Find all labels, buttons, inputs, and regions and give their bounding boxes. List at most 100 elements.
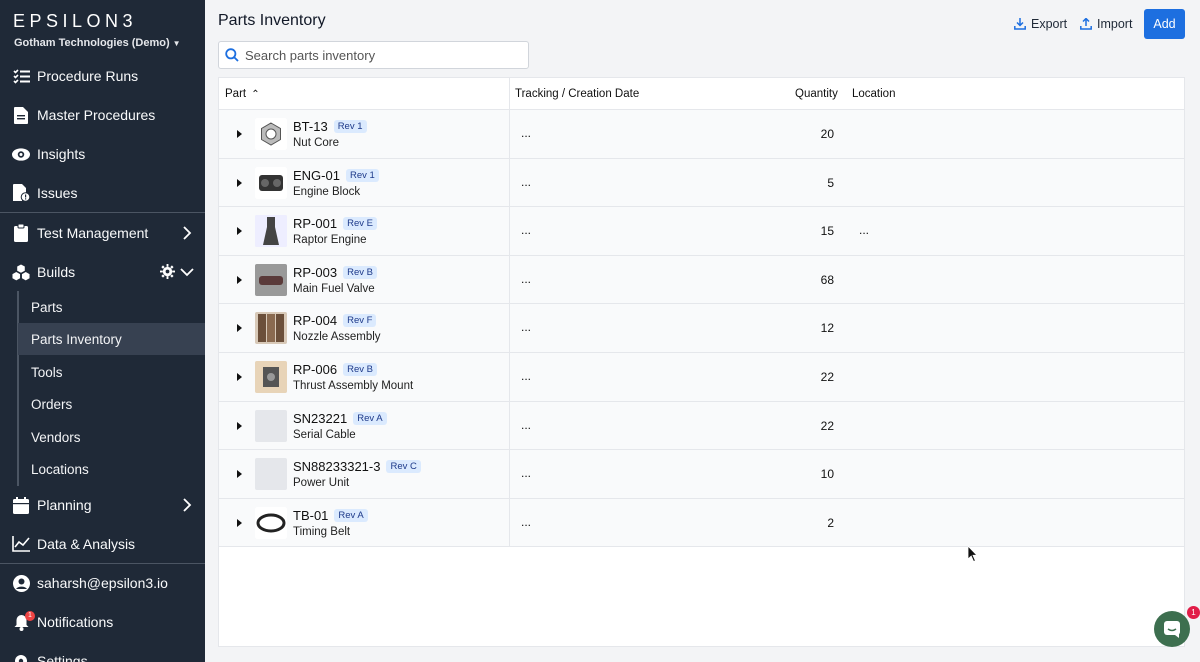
column-header-location[interactable]: Location <box>852 88 895 100</box>
table-row[interactable]: RP-003 Rev B Main Fuel Valve... 68 <box>219 255 1184 305</box>
quantity-cell: 68 <box>820 272 834 287</box>
sidebar-item-settings[interactable]: Settings <box>0 642 205 662</box>
sidebar-item-insights[interactable]: Insights <box>0 135 205 173</box>
column-header-part[interactable]: Part ⌃ <box>225 88 260 100</box>
table-row[interactable]: RP-001 Rev E Raptor Engine... 15... <box>219 207 1184 256</box>
column-header-quantity[interactable]: Quantity <box>795 88 838 100</box>
part-name: Raptor Engine <box>293 234 367 247</box>
expand-caret-icon[interactable] <box>237 518 242 527</box>
part-thumbnail <box>255 118 287 150</box>
org-switcher[interactable]: Gotham Technologies (Demo) ▼ <box>14 37 181 49</box>
part-id-link[interactable]: RP-003 Rev B <box>293 265 377 280</box>
table-row[interactable]: RP-004 Rev F Nozzle Assembly... 12 <box>219 304 1184 353</box>
expand-caret-icon[interactable] <box>237 275 242 284</box>
quantity-cell: 22 <box>820 418 834 433</box>
expand-caret-icon[interactable] <box>237 421 242 430</box>
import-button[interactable]: Import <box>1080 17 1132 31</box>
import-label: Import <box>1097 17 1133 31</box>
column-header-tracking[interactable]: Tracking / Creation Date <box>515 88 639 100</box>
part-id-link[interactable]: SN88233321-3 Rev C <box>293 459 421 474</box>
sidebar: EPSILON3 Gotham Technologies (Demo) ▼ Pr… <box>0 0 205 662</box>
sidebar-item-notifications[interactable]: Notifications <box>0 603 205 641</box>
sidebar-item-planning[interactable]: Planning <box>0 486 205 524</box>
expand-caret-icon[interactable] <box>237 227 242 236</box>
sidebar-item-test-management[interactable]: Test Management <box>0 214 205 252</box>
column-separator[interactable] <box>509 78 510 110</box>
table-row[interactable]: ENG-01 Rev 1 Engine Block... 5 <box>219 158 1184 208</box>
sidebar-item-label: Test Management <box>37 225 149 241</box>
column-separator <box>509 207 510 255</box>
sidebar-subitem-parts-inventory[interactable]: Parts Inventory <box>18 323 205 355</box>
chat-launcher-button[interactable] <box>1154 611 1190 647</box>
revision-badge: Rev A <box>334 508 368 522</box>
part-id-link[interactable]: SN23221 Rev A <box>293 411 387 426</box>
table-row[interactable]: SN88233321-3 Rev C Power Unit... 10 <box>219 450 1184 499</box>
org-name: Gotham Technologies (Demo) <box>14 37 170 49</box>
part-name: Serial Cable <box>293 428 356 441</box>
part-id-link[interactable]: ENG-01 Rev 1 <box>293 168 379 183</box>
sidebar-item-builds[interactable]: Builds <box>0 253 205 291</box>
upload-icon <box>1080 18 1092 30</box>
sidebar-subitem-orders[interactable]: Orders <box>18 388 205 420</box>
column-separator <box>509 353 510 401</box>
tracking-cell[interactable]: ... <box>521 466 531 480</box>
location-cell[interactable]: ... <box>859 223 869 237</box>
expand-caret-icon[interactable] <box>237 324 242 333</box>
cubes-icon <box>12 263 30 281</box>
tracking-cell[interactable]: ... <box>521 126 531 140</box>
chevron-right-icon[interactable] <box>179 225 195 241</box>
part-id-link[interactable]: RP-001 Rev E <box>293 216 377 231</box>
revision-badge: Rev 1 <box>333 120 367 133</box>
table-header: Part ⌃ Tracking / Creation Date Quantity… <box>219 78 1184 110</box>
tracking-cell[interactable]: ... <box>521 369 531 383</box>
sidebar-subitem-tools[interactable]: Tools <box>18 356 205 388</box>
part-id: RP-003 <box>293 264 338 280</box>
expand-caret-icon[interactable] <box>237 373 242 381</box>
gear-icon[interactable] <box>160 264 175 279</box>
sidebar-subitem-vendors[interactable]: Vendors <box>18 421 205 453</box>
part-id-link[interactable]: BT-13 Rev 1 <box>293 119 367 134</box>
sidebar-subitem-locations[interactable]: Locations <box>18 453 205 485</box>
sidebar-item-user[interactable]: saharsh@epsilon3.io <box>0 564 205 602</box>
sidebar-divider <box>0 212 205 213</box>
part-thumbnail <box>255 409 287 442</box>
sidebar-item-label: Issues <box>37 185 78 201</box>
table-row[interactable]: BT-13 Rev 1 Nut Core... 20 <box>219 110 1184 159</box>
part-id: TB-01 <box>293 507 329 523</box>
chevron-right-icon[interactable] <box>179 497 195 513</box>
sidebar-item-label: Notifications <box>37 614 114 630</box>
expand-caret-icon[interactable] <box>237 178 242 187</box>
part-id-link[interactable]: TB-01 Rev A <box>293 508 368 523</box>
sidebar-item-master-procedures[interactable]: Master Procedures <box>0 96 205 134</box>
export-button[interactable]: Export <box>1014 17 1067 31</box>
tracking-cell[interactable]: ... <box>521 272 531 286</box>
quantity-cell: 22 <box>820 370 834 384</box>
sidebar-item-data-analysis[interactable]: Data & Analysis <box>0 525 205 563</box>
search-input[interactable] <box>245 47 515 63</box>
tracking-cell[interactable]: ... <box>521 515 531 529</box>
tracking-cell[interactable]: ... <box>521 320 531 334</box>
table-row[interactable]: RP-006 Rev B Thrust Assembly Mount... 22 <box>219 353 1184 402</box>
table-row[interactable]: SN23221 Rev A Serial Cable... 22 <box>219 401 1184 451</box>
chat-icon <box>1164 621 1180 638</box>
sidebar-subitem-parts[interactable]: Parts <box>18 291 205 323</box>
sidebar-item-label: Procedure Runs <box>37 68 139 84</box>
tracking-cell[interactable]: ... <box>521 223 531 237</box>
add-button[interactable]: Add <box>1144 9 1185 39</box>
part-id-link[interactable]: RP-004 Rev F <box>293 313 377 328</box>
chevron-down-icon[interactable] <box>179 264 195 280</box>
column-separator <box>509 401 510 450</box>
sidebar-item-label: Insights <box>37 146 86 162</box>
expand-caret-icon[interactable] <box>237 130 242 138</box>
app-logo[interactable]: EPSILON3 <box>13 11 137 32</box>
part-id: RP-006 <box>293 362 338 377</box>
sidebar-item-procedure-runs[interactable]: Procedure Runs <box>0 57 205 95</box>
table-row[interactable]: TB-01 Rev A Timing Belt... 2 <box>219 498 1184 548</box>
tracking-cell[interactable]: ... <box>521 175 531 189</box>
expand-caret-icon[interactable] <box>237 470 242 479</box>
quantity-cell: 10 <box>820 467 834 482</box>
tracking-cell[interactable]: ... <box>521 418 531 432</box>
part-id-link[interactable]: RP-006 Rev B <box>293 362 377 377</box>
gear-icon <box>12 652 30 662</box>
sidebar-item-issues[interactable]: Issues <box>0 174 205 212</box>
